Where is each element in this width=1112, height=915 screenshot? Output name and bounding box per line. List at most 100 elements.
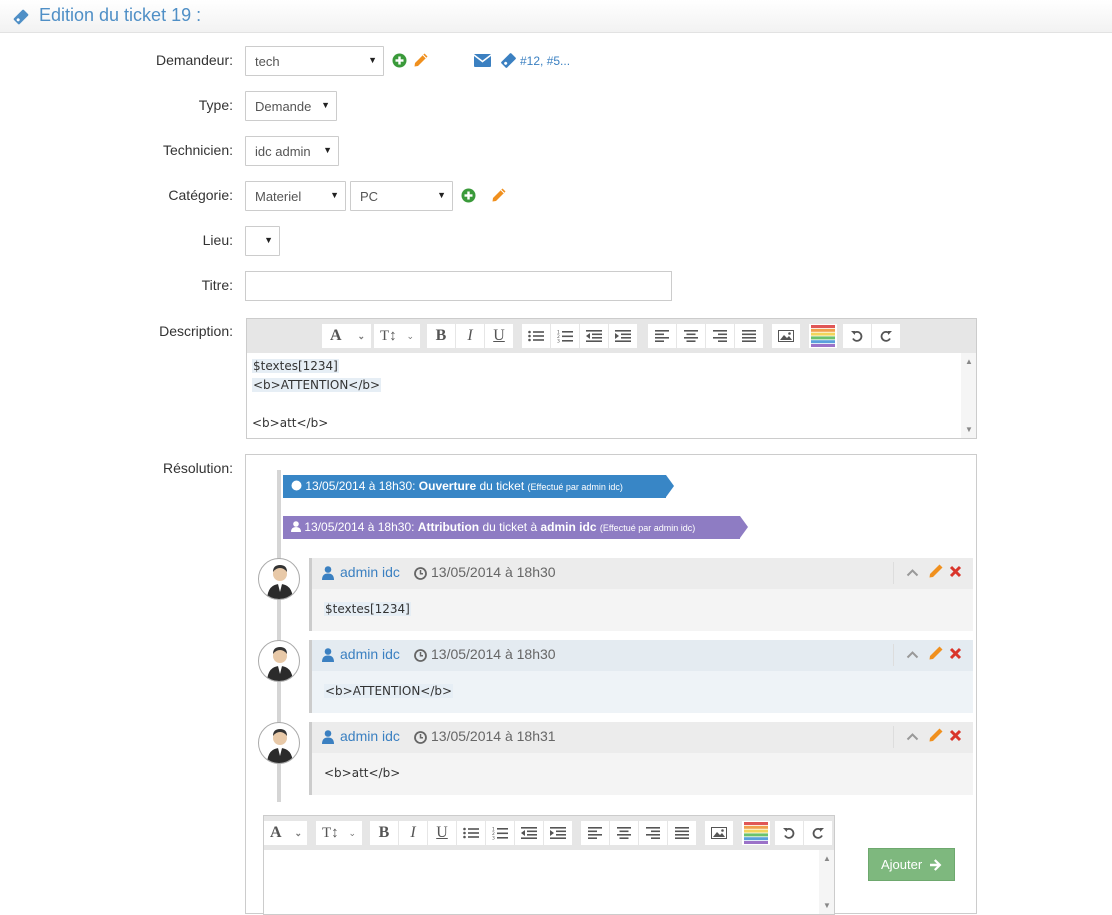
undo-button[interactable] (775, 821, 804, 845)
font-size-button[interactable]: T↕ ⌄ (374, 324, 421, 348)
delete-message-icon[interactable] (949, 565, 962, 578)
message-body: <b>att</b> (312, 753, 973, 795)
message-author[interactable]: admin idc (340, 564, 400, 580)
scroll-down-icon[interactable]: ▼ (965, 425, 973, 434)
avatar (258, 640, 300, 682)
divider (893, 726, 894, 748)
edit-message-icon[interactable] (928, 645, 944, 661)
resolution-editor[interactable]: A ⌄ T↕ ⌄ B I U 123 ▲ ▼ (263, 815, 835, 915)
add-button[interactable]: Ajouter (868, 848, 955, 881)
edit-demandeur-icon[interactable] (413, 52, 429, 68)
user-avatar-icon (267, 565, 293, 599)
message-author[interactable]: admin idc (340, 646, 400, 662)
undo-button[interactable] (843, 324, 872, 348)
insert-image-button[interactable] (772, 324, 801, 348)
demandeur-select[interactable]: tech ▼ (245, 46, 384, 76)
bullet-list-button[interactable] (522, 324, 551, 348)
caret-down-icon: ▼ (323, 145, 332, 155)
message-author[interactable]: admin idc (340, 728, 400, 744)
technicien-select[interactable]: idc admin ▼ (245, 136, 339, 166)
scroll-down-icon[interactable]: ▼ (823, 901, 831, 910)
font-size-button[interactable]: T↕ ⌄ (316, 821, 363, 845)
bold-button[interactable]: B (370, 821, 399, 845)
font-button[interactable]: A ⌄ (264, 821, 308, 845)
redo-button[interactable] (804, 821, 833, 845)
bold-button[interactable]: B (427, 324, 456, 348)
related-tickets-link[interactable]: #12, #5... (520, 54, 570, 68)
demandeur-value: tech (255, 54, 280, 69)
delete-message-icon[interactable] (949, 729, 962, 742)
outdent-button[interactable] (580, 324, 609, 348)
align-left-icon (588, 827, 602, 839)
outdent-icon (586, 330, 602, 342)
sous-categorie-select[interactable]: PC ▼ (350, 181, 453, 211)
chevron-down-icon: ⌄ (294, 828, 302, 838)
chevron-up-icon[interactable] (906, 732, 919, 741)
add-categorie-icon[interactable] (461, 188, 476, 203)
event-date: 13/05/2014 à 18h30: (305, 479, 416, 493)
type-select[interactable]: Demande ▼ (245, 91, 337, 121)
bullet-list-button[interactable] (457, 821, 486, 845)
description-content[interactable]: $textes[1234] <b>ATTENTION</b> <b>att</b… (247, 353, 961, 438)
event-action: Ouverture (418, 479, 477, 493)
clock-icon (414, 731, 427, 744)
message-item: admin idc 13/05/2014 à 18h30 <b>ATTENTIO… (309, 640, 973, 713)
align-center-button[interactable] (677, 324, 706, 348)
user-icon (291, 521, 301, 532)
justify-button[interactable] (735, 324, 764, 348)
numbered-list-button[interactable]: 123 (551, 324, 580, 348)
numbered-list-button[interactable]: 123 (486, 821, 515, 845)
edit-categorie-icon[interactable] (491, 187, 507, 203)
titre-input[interactable] (245, 271, 672, 301)
caret-down-icon: ▼ (264, 235, 273, 245)
text-color-button[interactable] (742, 821, 771, 845)
delete-message-icon[interactable] (949, 647, 962, 660)
lieu-select[interactable]: ▼ (245, 226, 280, 256)
message-text: <b>ATTENTION</b> (324, 684, 454, 698)
chevron-down-icon: ⌄ (348, 828, 356, 838)
chevron-up-icon[interactable] (906, 568, 919, 577)
indent-button[interactable] (544, 821, 573, 845)
redo-button[interactable] (872, 324, 901, 348)
description-scrollbar[interactable]: ▲ ▼ (961, 353, 976, 438)
font-size-button-label: T↕ (322, 825, 339, 841)
italic-button[interactable]: I (456, 324, 485, 348)
chevron-up-icon[interactable] (906, 650, 919, 659)
clock-icon (414, 567, 427, 580)
caret-down-icon: ▼ (330, 190, 339, 200)
user-avatar-icon (267, 729, 293, 763)
align-center-button[interactable] (610, 821, 639, 845)
align-right-button[interactable] (639, 821, 668, 845)
categorie-select[interactable]: Materiel ▼ (245, 181, 346, 211)
sous-categorie-value: PC (360, 189, 379, 204)
caret-down-icon: ▼ (368, 55, 377, 65)
ticket-icon[interactable] (500, 52, 517, 69)
outdent-button[interactable] (515, 821, 544, 845)
text-color-button[interactable] (809, 324, 838, 348)
font-button[interactable]: A ⌄ (322, 324, 372, 348)
description-editor[interactable]: A ⌄ T↕ ⌄ B I U 123 $textes[1234] <b>ATTE… (246, 318, 977, 439)
clock-icon (414, 649, 427, 662)
add-demandeur-icon[interactable] (392, 53, 407, 68)
align-left-button[interactable] (648, 324, 677, 348)
indent-button[interactable] (609, 324, 638, 348)
align-right-button[interactable] (706, 324, 735, 348)
justify-button[interactable] (668, 821, 697, 845)
message-text: $textes[1234] (324, 602, 411, 616)
underline-button[interactable]: U (428, 821, 457, 845)
resolution-content[interactable] (264, 850, 819, 914)
underline-button[interactable]: U (485, 324, 514, 348)
edit-message-icon[interactable] (928, 727, 944, 743)
bold-button-label: B (435, 327, 447, 344)
scroll-up-icon[interactable]: ▲ (965, 357, 973, 366)
edit-message-icon[interactable] (928, 563, 944, 579)
align-left-button[interactable] (581, 821, 610, 845)
event-action: Attribution (417, 520, 480, 534)
envelope-icon[interactable] (474, 54, 491, 67)
scroll-up-icon[interactable]: ▲ (823, 854, 831, 863)
insert-image-button[interactable] (705, 821, 734, 845)
resolution-scrollbar[interactable]: ▲ ▼ (819, 850, 834, 914)
italic-button[interactable]: I (399, 821, 428, 845)
timeline-event-attribution: 13/05/2014 à 18h30: Attribution du ticke… (283, 516, 748, 539)
avatar (258, 558, 300, 600)
